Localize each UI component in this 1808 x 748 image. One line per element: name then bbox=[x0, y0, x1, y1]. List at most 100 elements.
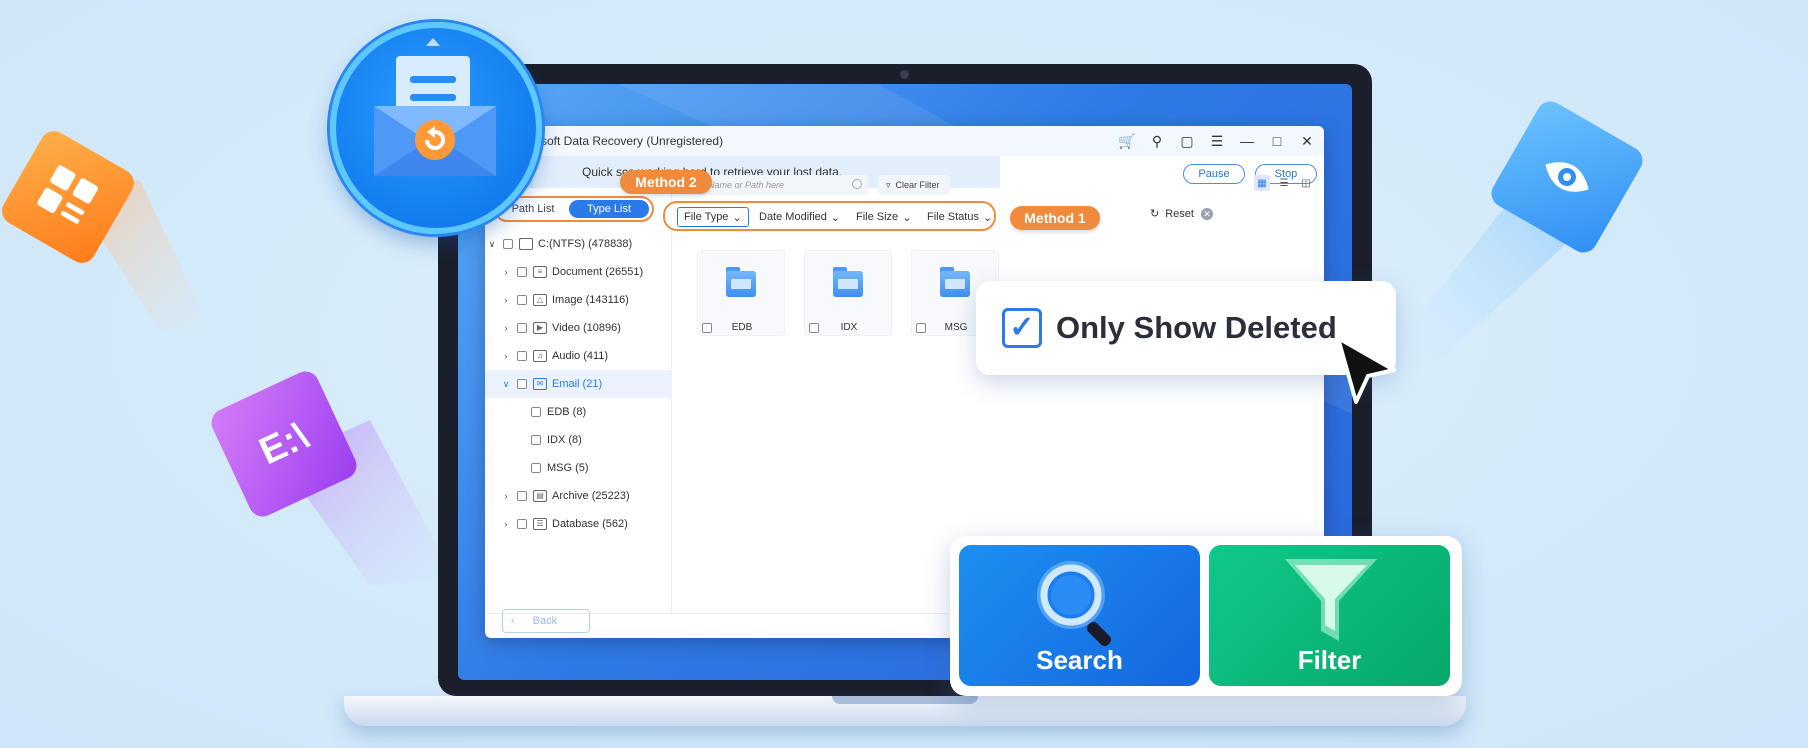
database-icon: ☰ bbox=[533, 518, 547, 530]
cart-icon[interactable]: 🛒 bbox=[1118, 132, 1136, 150]
chevron-right-icon[interactable]: › bbox=[501, 295, 511, 305]
refresh-icon: ↻ bbox=[1150, 208, 1160, 220]
checkbox[interactable] bbox=[517, 491, 527, 501]
tree-label: MSG (5) bbox=[547, 462, 589, 474]
drive-icon bbox=[519, 238, 533, 250]
filter-bar: File Type ⌄ Date Modified ⌄ File Size ⌄ Fil… bbox=[663, 201, 996, 231]
checkbox[interactable] bbox=[531, 463, 541, 473]
method-2-badge: Method 2 bbox=[620, 170, 712, 194]
chevron-right-icon[interactable]: › bbox=[501, 519, 511, 529]
camera-icon bbox=[900, 70, 909, 79]
search-feature-tile[interactable]: Search bbox=[959, 545, 1200, 686]
tree-item-audio[interactable]: › ♫ Audio (411) bbox=[485, 342, 608, 370]
tree-item-image[interactable]: › △ Image (143116) bbox=[485, 286, 629, 314]
filter-date-modified[interactable]: Date Modified ⌄ bbox=[759, 207, 840, 227]
tree-item-idx[interactable]: IDX (8) bbox=[485, 426, 582, 454]
email-recovery-badge bbox=[330, 22, 542, 234]
chevron-right-icon[interactable]: › bbox=[501, 351, 511, 361]
filter-label: Date Modified bbox=[759, 211, 827, 223]
tree-label: Document (26551) bbox=[552, 266, 644, 278]
sidebar: Path List Type List ∨ C:(NTFS) (478838) … bbox=[485, 188, 672, 613]
email-icon: ✉ bbox=[533, 378, 547, 390]
tree-item-archive[interactable]: › ▤ Archive (25223) bbox=[485, 482, 630, 510]
chevron-right-icon[interactable]: › bbox=[501, 323, 511, 333]
filter-feature-label: Filter bbox=[1297, 645, 1362, 675]
image-icon: △ bbox=[533, 294, 547, 306]
document-icon: ≡ bbox=[533, 266, 547, 278]
checkbox-checked-icon[interactable]: ✓ bbox=[1002, 308, 1042, 348]
filter-file-size[interactable]: File Size ⌄ bbox=[856, 207, 911, 227]
archive-icon: ▤ bbox=[533, 490, 547, 502]
reset-button[interactable]: ↻ Reset bbox=[1150, 207, 1194, 221]
feature-panel: Search Filter bbox=[950, 536, 1462, 696]
chevron-down-icon: ⌄ bbox=[732, 211, 742, 224]
chevron-down-icon[interactable]: ∨ bbox=[501, 379, 511, 390]
filter-feature-tile[interactable]: Filter bbox=[1209, 545, 1450, 686]
clear-filter-label: Clear Filter bbox=[895, 180, 940, 190]
checkbox[interactable] bbox=[517, 519, 527, 529]
tree-item-edb[interactable]: EDB (8) bbox=[485, 398, 586, 426]
tree-item-email[interactable]: ∨ ✉ Email (21) bbox=[485, 370, 672, 398]
checkbox[interactable] bbox=[702, 323, 712, 333]
close-icon[interactable]: ✕ bbox=[1298, 132, 1316, 150]
chat-icon[interactable]: ▢ bbox=[1178, 132, 1196, 150]
tree-item-document[interactable]: › ≡ Document (26551) bbox=[485, 258, 643, 286]
checkbox[interactable] bbox=[531, 407, 541, 417]
checkbox[interactable] bbox=[503, 239, 513, 249]
clear-icon[interactable]: ✕ bbox=[1201, 208, 1213, 220]
chevron-down-icon: ⌄ bbox=[902, 211, 912, 224]
tree-label: Video (10896) bbox=[552, 322, 621, 334]
tree-drive[interactable]: ∨ C:(NTFS) (478838) bbox=[485, 230, 632, 258]
checkbox[interactable] bbox=[517, 351, 527, 361]
tree-label: EDB (8) bbox=[547, 406, 587, 418]
grid-view-icon[interactable]: ▦ bbox=[1254, 175, 1270, 191]
list-view-icon[interactable]: ☰ bbox=[1276, 175, 1292, 191]
chevron-down-icon[interactable]: ∨ bbox=[487, 239, 497, 250]
menu-icon[interactable]: ☰ bbox=[1208, 132, 1226, 150]
preview-pane-icon[interactable]: ◫ bbox=[1298, 175, 1314, 191]
back-button[interactable]: ‹ Back bbox=[502, 609, 590, 633]
search-icon[interactable] bbox=[852, 179, 862, 189]
filter-file-status[interactable]: File Status ⌄ bbox=[927, 207, 992, 227]
envelope-icon bbox=[374, 38, 496, 176]
key-icon[interactable]: ⚲ bbox=[1148, 132, 1166, 150]
pause-button[interactable]: Pause bbox=[1183, 164, 1245, 184]
checkbox[interactable] bbox=[809, 323, 819, 333]
chevron-right-icon[interactable]: › bbox=[501, 267, 511, 277]
checkbox[interactable] bbox=[531, 435, 541, 445]
search-feature-label: Search bbox=[1036, 645, 1123, 675]
checkbox[interactable] bbox=[916, 323, 926, 333]
file-card-idx[interactable]: IDX bbox=[804, 250, 892, 336]
checkbox[interactable] bbox=[517, 295, 527, 305]
filter-label: File Status bbox=[927, 211, 979, 223]
tree-item-database[interactable]: › ☰ Database (562) bbox=[485, 510, 628, 538]
chevron-down-icon: ⌄ bbox=[830, 211, 841, 224]
chevron-right-icon[interactable]: › bbox=[501, 491, 511, 501]
minimize-icon[interactable]: — bbox=[1238, 132, 1256, 150]
checkbox[interactable] bbox=[517, 267, 527, 277]
tree-item-video[interactable]: › ▶ Video (10896) bbox=[485, 314, 621, 342]
clear-filter-button[interactable]: ▿ Clear Filter bbox=[878, 175, 950, 195]
filter-file-type[interactable]: File Type ⌄ bbox=[677, 207, 749, 227]
only-show-deleted-label: Only Show Deleted bbox=[1056, 310, 1337, 345]
filter-label: File Type bbox=[684, 211, 729, 223]
tree-label: Email (21) bbox=[552, 378, 603, 390]
filter-icon: ▿ bbox=[886, 179, 891, 190]
maximize-icon[interactable]: □ bbox=[1268, 132, 1286, 150]
tree-label: Archive (25223) bbox=[552, 490, 630, 502]
cursor-icon bbox=[1336, 336, 1396, 404]
tree-item-msg[interactable]: MSG (5) bbox=[485, 454, 589, 482]
tree-label: Audio (411) bbox=[552, 350, 609, 362]
title-bar-controls: 🛒 ⚲ ▢ ☰ — □ ✕ bbox=[1118, 132, 1316, 150]
tab-type-list[interactable]: Type List bbox=[569, 200, 649, 218]
checkbox[interactable] bbox=[517, 323, 527, 333]
checkbox[interactable] bbox=[517, 379, 527, 389]
file-card-edb[interactable]: EDB bbox=[697, 250, 785, 336]
tree-label: C:(NTFS) (478838) bbox=[538, 238, 633, 250]
back-label: Back bbox=[532, 615, 558, 627]
filter-label: File Size bbox=[856, 211, 899, 223]
video-icon: ▶ bbox=[533, 322, 547, 334]
tree-label: Image (143116) bbox=[552, 294, 629, 306]
base-notch bbox=[832, 696, 978, 704]
audio-icon: ♫ bbox=[533, 350, 547, 362]
